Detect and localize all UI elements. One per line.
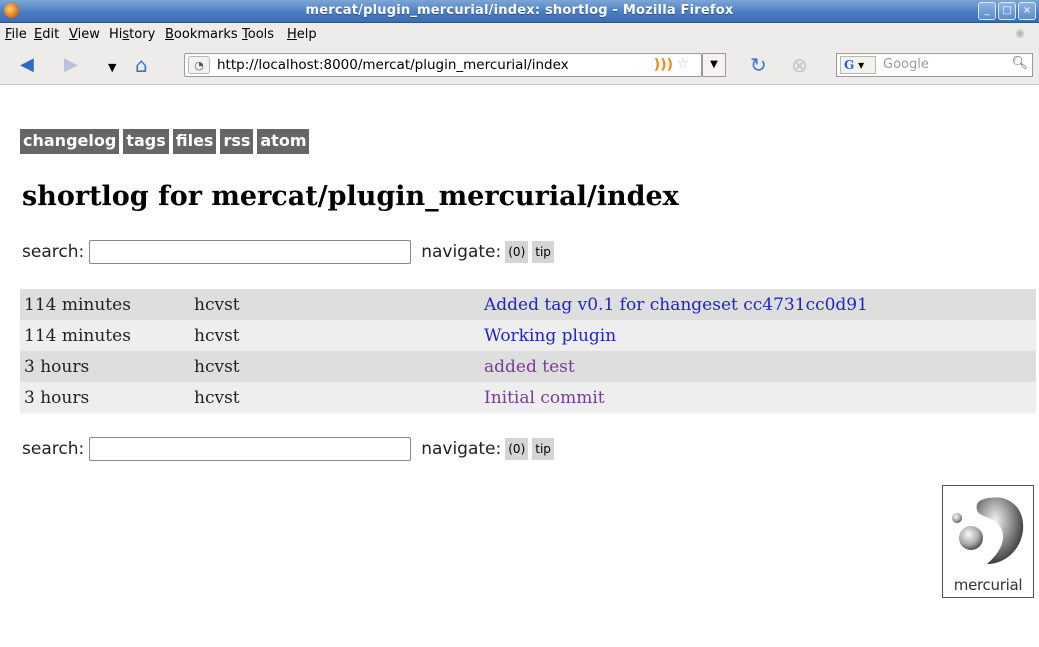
search-input[interactable] [89, 240, 412, 264]
changeset-link[interactable]: added test [484, 357, 575, 377]
window-title: mercat/plugin_mercurial/index: shortlog … [305, 3, 734, 18]
site-identity-icon[interactable]: ◔ [188, 56, 210, 74]
stop-icon[interactable]: ⊗ [791, 55, 808, 75]
navigate-label: navigate: [421, 242, 502, 262]
tab-atom[interactable]: atom [257, 129, 310, 154]
search-row-top: search: navigate: (0) tip [22, 240, 558, 264]
row-author: hcvst [190, 382, 480, 413]
table-row: 3 hours hcvst Initial commit [20, 382, 1036, 413]
navigation-toolbar: ◀ ▶ ▼ ⌂ ◔ http://localhost:8000/mercat/p… [0, 47, 1039, 85]
forward-arrow-icon[interactable]: ▶ [64, 56, 78, 74]
search-row-bottom: search: navigate: (0) tip [22, 437, 558, 461]
shortlog-table: 114 minutes hcvst Added tag v0.1 for cha… [20, 289, 1036, 413]
search-input[interactable] [89, 437, 412, 461]
menubar: File Edit View History Bookmarks Tools H… [0, 23, 1039, 47]
search-engine-selector[interactable]: G ▾ [840, 56, 876, 74]
changeset-link[interactable]: Added tag v0.1 for changeset cc4731cc0d9… [484, 295, 868, 315]
row-author: hcvst [190, 351, 480, 382]
tab-rss[interactable]: rss [220, 129, 254, 154]
menu-tools[interactable]: Tools [242, 27, 274, 42]
changeset-link[interactable]: Working plugin [484, 326, 616, 346]
nav-zero-button[interactable]: (0) [505, 438, 529, 460]
window-titlebar: mercat/plugin_mercurial/index: shortlog … [0, 0, 1039, 23]
menu-bookmarks[interactable]: Bookmarks [165, 27, 238, 42]
back-arrow-icon[interactable]: ◀ [20, 56, 34, 74]
rss-feed-icon[interactable]: ))) [654, 57, 673, 73]
maximize-button[interactable]: □ [998, 2, 1016, 20]
url-bar[interactable]: ◔ http://localhost:8000/mercat/plugin_me… [184, 53, 702, 77]
row-age: 3 hours [20, 382, 190, 413]
close-button[interactable]: × [1018, 2, 1036, 20]
nav-tip-button[interactable]: tip [532, 241, 554, 263]
minimize-button[interactable]: _ [978, 2, 996, 20]
table-row: 3 hours hcvst added test [20, 351, 1036, 382]
logo-text: mercurial [953, 576, 1023, 594]
bookmark-star-icon[interactable]: ☆ [676, 56, 689, 72]
home-icon[interactable]: ⌂ [135, 55, 148, 75]
row-author: hcvst [190, 320, 480, 351]
url-dropdown-button[interactable]: ▼ [702, 53, 726, 77]
mercurial-drop-icon [952, 497, 1024, 564]
search-label: search: [22, 439, 85, 459]
search-bar[interactable]: G ▾ Google 🔍︎ [836, 53, 1033, 77]
reload-icon[interactable]: ↻ [750, 55, 767, 75]
mercurial-logo[interactable]: mercurial [942, 485, 1034, 598]
nav-zero-button[interactable]: (0) [505, 241, 529, 263]
nav-tip-button[interactable]: tip [532, 438, 554, 460]
search-label: search: [22, 242, 85, 262]
page-title: shortlog for mercat/plugin_mercurial/ind… [22, 181, 679, 212]
menu-view[interactable]: View [69, 27, 100, 42]
table-row: 114 minutes hcvst Added tag v0.1 for cha… [20, 289, 1036, 320]
navigate-label: navigate: [421, 439, 502, 459]
search-placeholder: Google [883, 57, 929, 72]
table-row: 114 minutes hcvst Working plugin [20, 320, 1036, 351]
row-age: 3 hours [20, 351, 190, 382]
tab-changelog[interactable]: changelog [20, 129, 120, 154]
tab-files[interactable]: files [172, 129, 217, 154]
tab-tags[interactable]: tags [123, 129, 169, 154]
menu-history[interactable]: History [109, 27, 155, 42]
url-text[interactable]: http://localhost:8000/mercat/plugin_merc… [217, 57, 569, 73]
throbber-icon: ✺ [1015, 27, 1026, 41]
window-controls: _ □ × [978, 2, 1036, 20]
menu-help[interactable]: Help [287, 27, 317, 42]
menu-edit[interactable]: Edit [34, 27, 59, 42]
row-age: 114 minutes [20, 289, 190, 320]
row-age: 114 minutes [20, 320, 190, 351]
row-author: hcvst [190, 289, 480, 320]
search-magnifier-icon[interactable]: 🔍︎ [1011, 56, 1028, 71]
page-tabs: changelog tags files rss atom [20, 129, 310, 154]
history-dropdown-icon[interactable]: ▼ [108, 59, 116, 77]
changeset-link[interactable]: Initial commit [484, 388, 605, 408]
menu-file[interactable]: File [5, 27, 27, 42]
